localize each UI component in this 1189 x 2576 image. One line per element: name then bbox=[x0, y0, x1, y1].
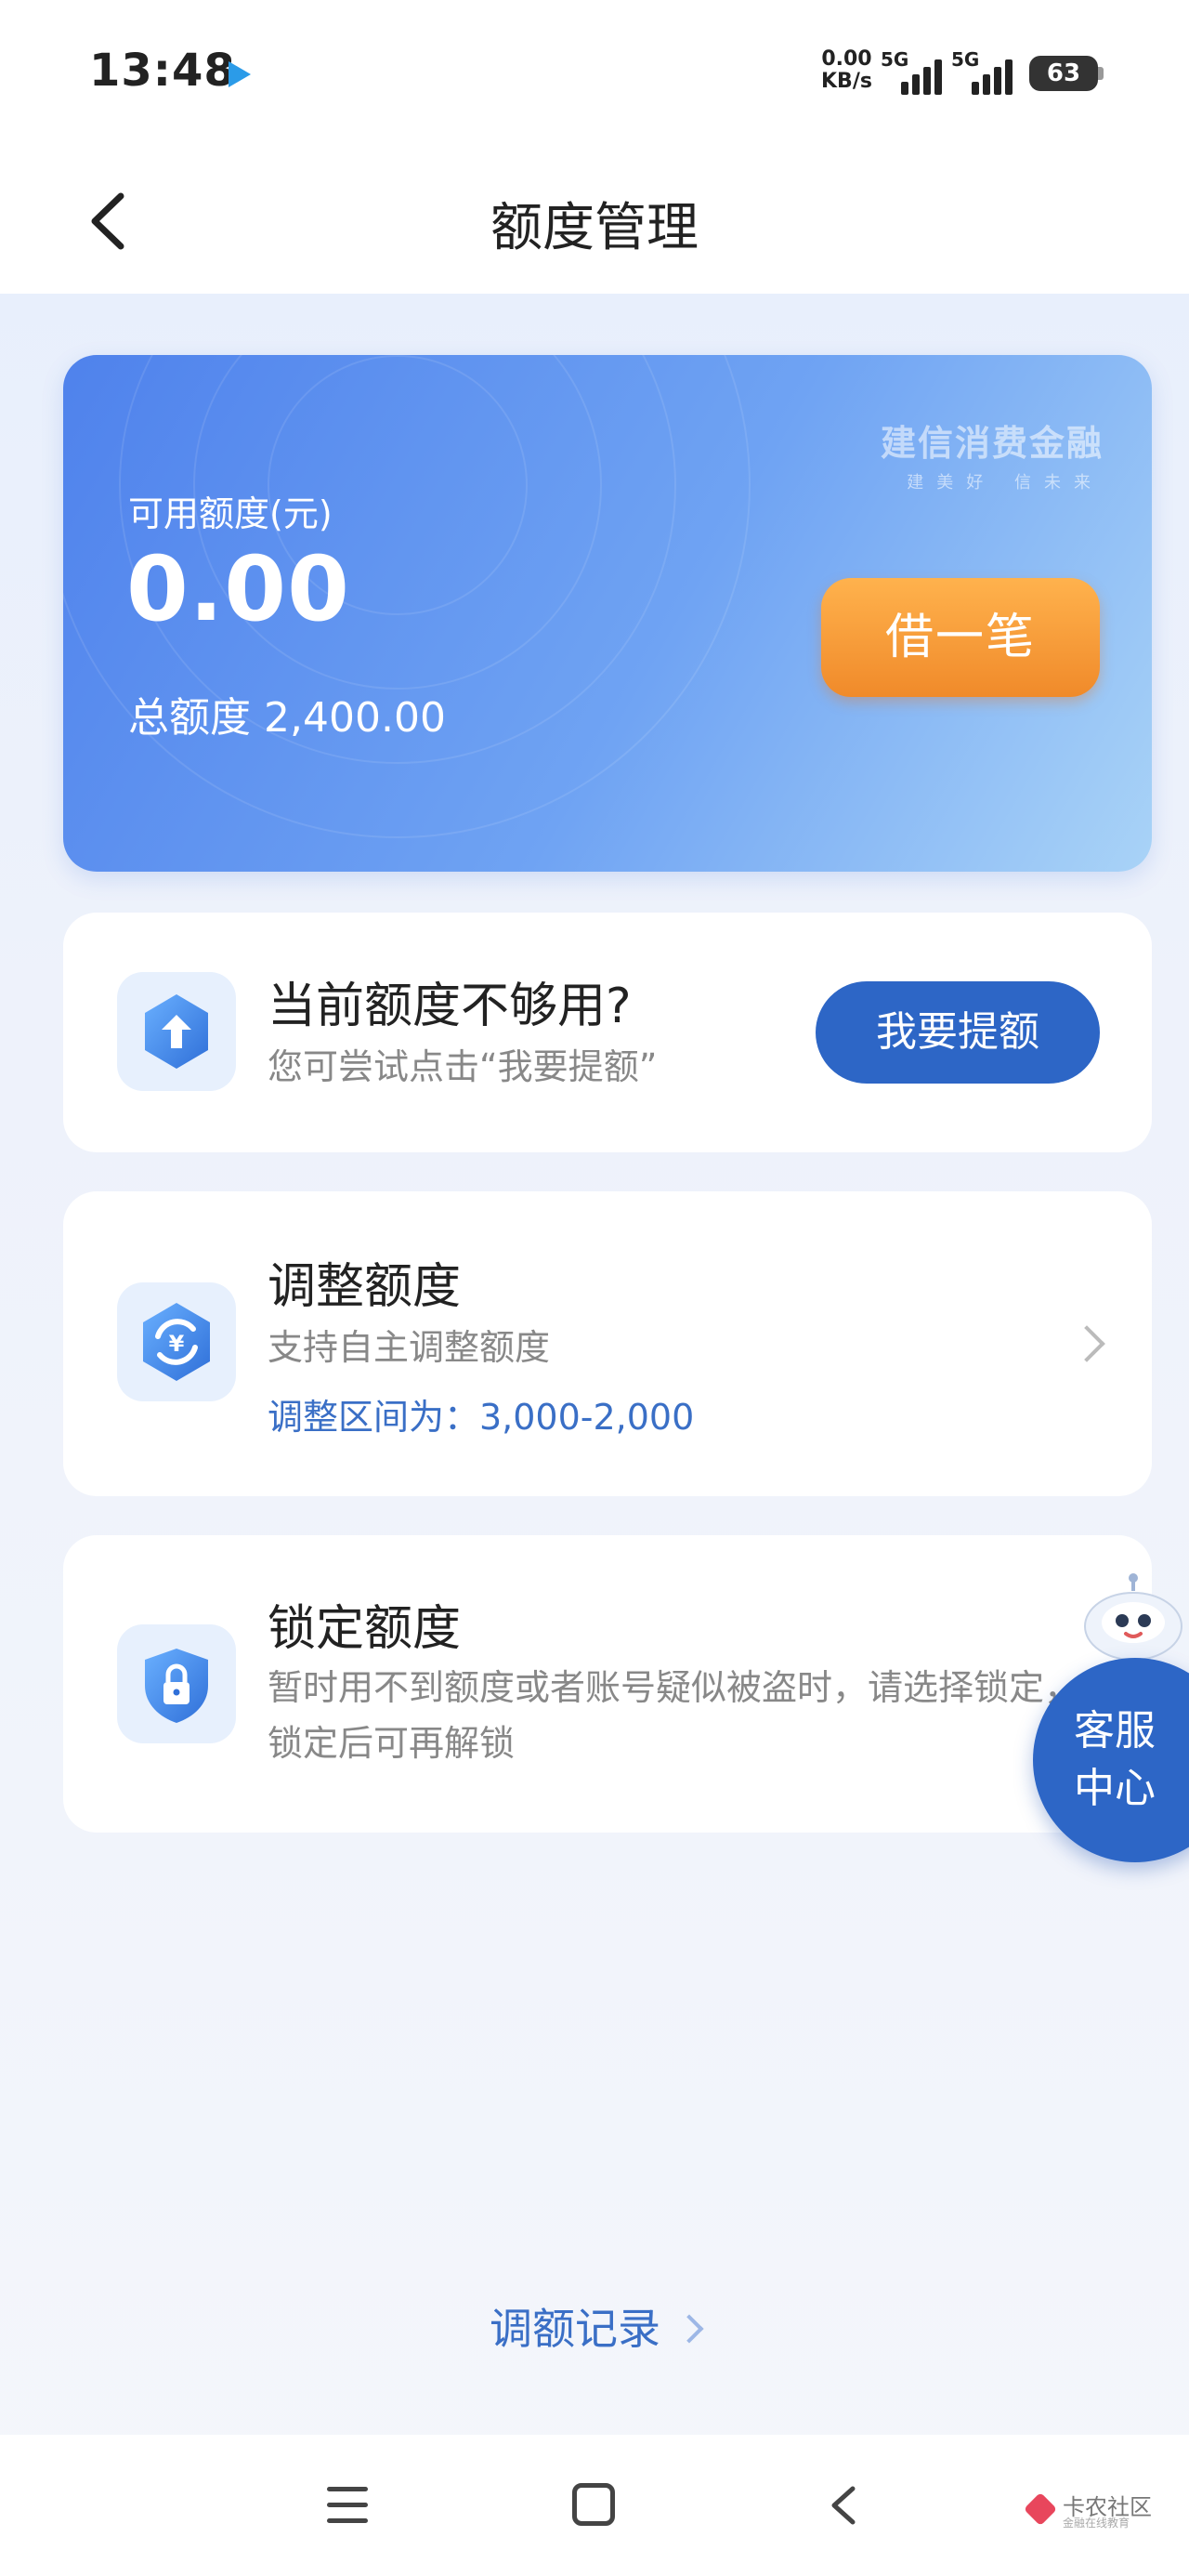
lock-limit-panel[interactable]: 锁定额度 暂时用不到额度或者账号疑似被盗时，请选择锁定，锁定后可再解锁 bbox=[63, 1535, 1152, 1833]
watermark-subtext: 金融在线教育 bbox=[1063, 2517, 1130, 2530]
available-credit-label: 可用额度(元) bbox=[128, 493, 333, 534]
robot-mascot-icon[interactable] bbox=[1078, 1572, 1189, 1665]
adjust-limit-panel[interactable]: ¥ 调整额度 支持自主调整额度 调整区间为：3,000-2,000 bbox=[63, 1191, 1152, 1496]
total-credit: 总额度 2,400.00 bbox=[128, 684, 446, 743]
lock-limit-title: 锁定额度 bbox=[268, 1601, 462, 1657]
watermark-mark-icon bbox=[1023, 2491, 1058, 2527]
customer-service-label: 客服中心 bbox=[1074, 1707, 1156, 1812]
play-store-icon bbox=[229, 61, 251, 87]
brand-slogan: 建美好 信未来 bbox=[907, 473, 1104, 493]
watermark-logo: 卡农社区 金融在线教育 bbox=[1022, 2489, 1152, 2535]
brand-name: 建信消费金融 bbox=[880, 423, 1104, 464]
battery-tip bbox=[1098, 67, 1104, 80]
battery-indicator: 63 bbox=[1029, 56, 1098, 91]
page: 13:48 0.00 KB/s 5G 5G 63 额度管理 建信消费金融 建美好… bbox=[0, 0, 1189, 2576]
status-time: 13:48 bbox=[89, 45, 236, 97]
page-title: 额度管理 bbox=[490, 198, 699, 258]
signal-label-1: 5G bbox=[881, 48, 909, 71]
signal-icon-1: 5G bbox=[881, 48, 946, 95]
system-back-icon[interactable] bbox=[825, 2485, 862, 2526]
raise-limit-title: 当前额度不够用? bbox=[268, 979, 632, 1034]
network-speed: 0.00 KB/s bbox=[821, 48, 872, 93]
raise-limit-button[interactable]: 我要提额 bbox=[816, 981, 1100, 1084]
adjust-limit-subtitle: 支持自主调整额度 bbox=[268, 1327, 551, 1368]
yuan-refresh-icon: ¥ bbox=[117, 1282, 236, 1401]
borrow-button[interactable]: 借一笔 bbox=[821, 578, 1100, 697]
total-credit-amount: 2,400.00 bbox=[264, 694, 446, 742]
lock-limit-description: 暂时用不到额度或者账号疑似被盗时，请选择锁定，锁定后可再解锁 bbox=[268, 1667, 1080, 1764]
system-nav-bar: 卡农社区 金融在线教育 bbox=[0, 2435, 1189, 2576]
lock-shield-icon bbox=[117, 1624, 236, 1743]
chevron-right-icon bbox=[674, 2313, 704, 2344]
adjust-limit-title: 调整额度 bbox=[268, 1259, 462, 1315]
arrow-up-hexagon-icon bbox=[117, 972, 236, 1091]
nav-bar: 额度管理 bbox=[0, 149, 1189, 294]
adjust-history-link[interactable]: 调额记录 bbox=[0, 2295, 1189, 2357]
total-credit-label: 总额度 bbox=[128, 694, 251, 742]
brand-logo: 建信消费金融 建美好 信未来 bbox=[881, 414, 1104, 493]
status-bar: 13:48 0.00 KB/s 5G 5G 63 bbox=[0, 0, 1189, 149]
credit-card: 建信消费金融 建美好 信未来 可用额度(元) 0.00 总额度 2,400.00… bbox=[63, 355, 1152, 872]
chevron-right-icon bbox=[1068, 1325, 1105, 1362]
signal-icon-2: 5G bbox=[951, 48, 1016, 95]
adjust-range-text: 调整区间为：3,000-2,000 bbox=[268, 1397, 695, 1438]
network-speed-value: 0.00 bbox=[821, 47, 872, 71]
raise-limit-subtitle: 您可尝试点击“我要提额” bbox=[268, 1046, 658, 1087]
available-credit-amount: 0.00 bbox=[126, 537, 350, 641]
signal-label-2: 5G bbox=[951, 48, 980, 71]
svg-text:¥: ¥ bbox=[169, 1331, 185, 1357]
raise-limit-panel: 当前额度不够用? 您可尝试点击“我要提额” 我要提额 bbox=[63, 913, 1152, 1152]
home-icon[interactable] bbox=[572, 2483, 615, 2526]
network-speed-unit: KB/s bbox=[821, 70, 872, 93]
adjust-history-label: 调额记录 bbox=[490, 2304, 660, 2354]
menu-icon[interactable] bbox=[327, 2487, 368, 2524]
